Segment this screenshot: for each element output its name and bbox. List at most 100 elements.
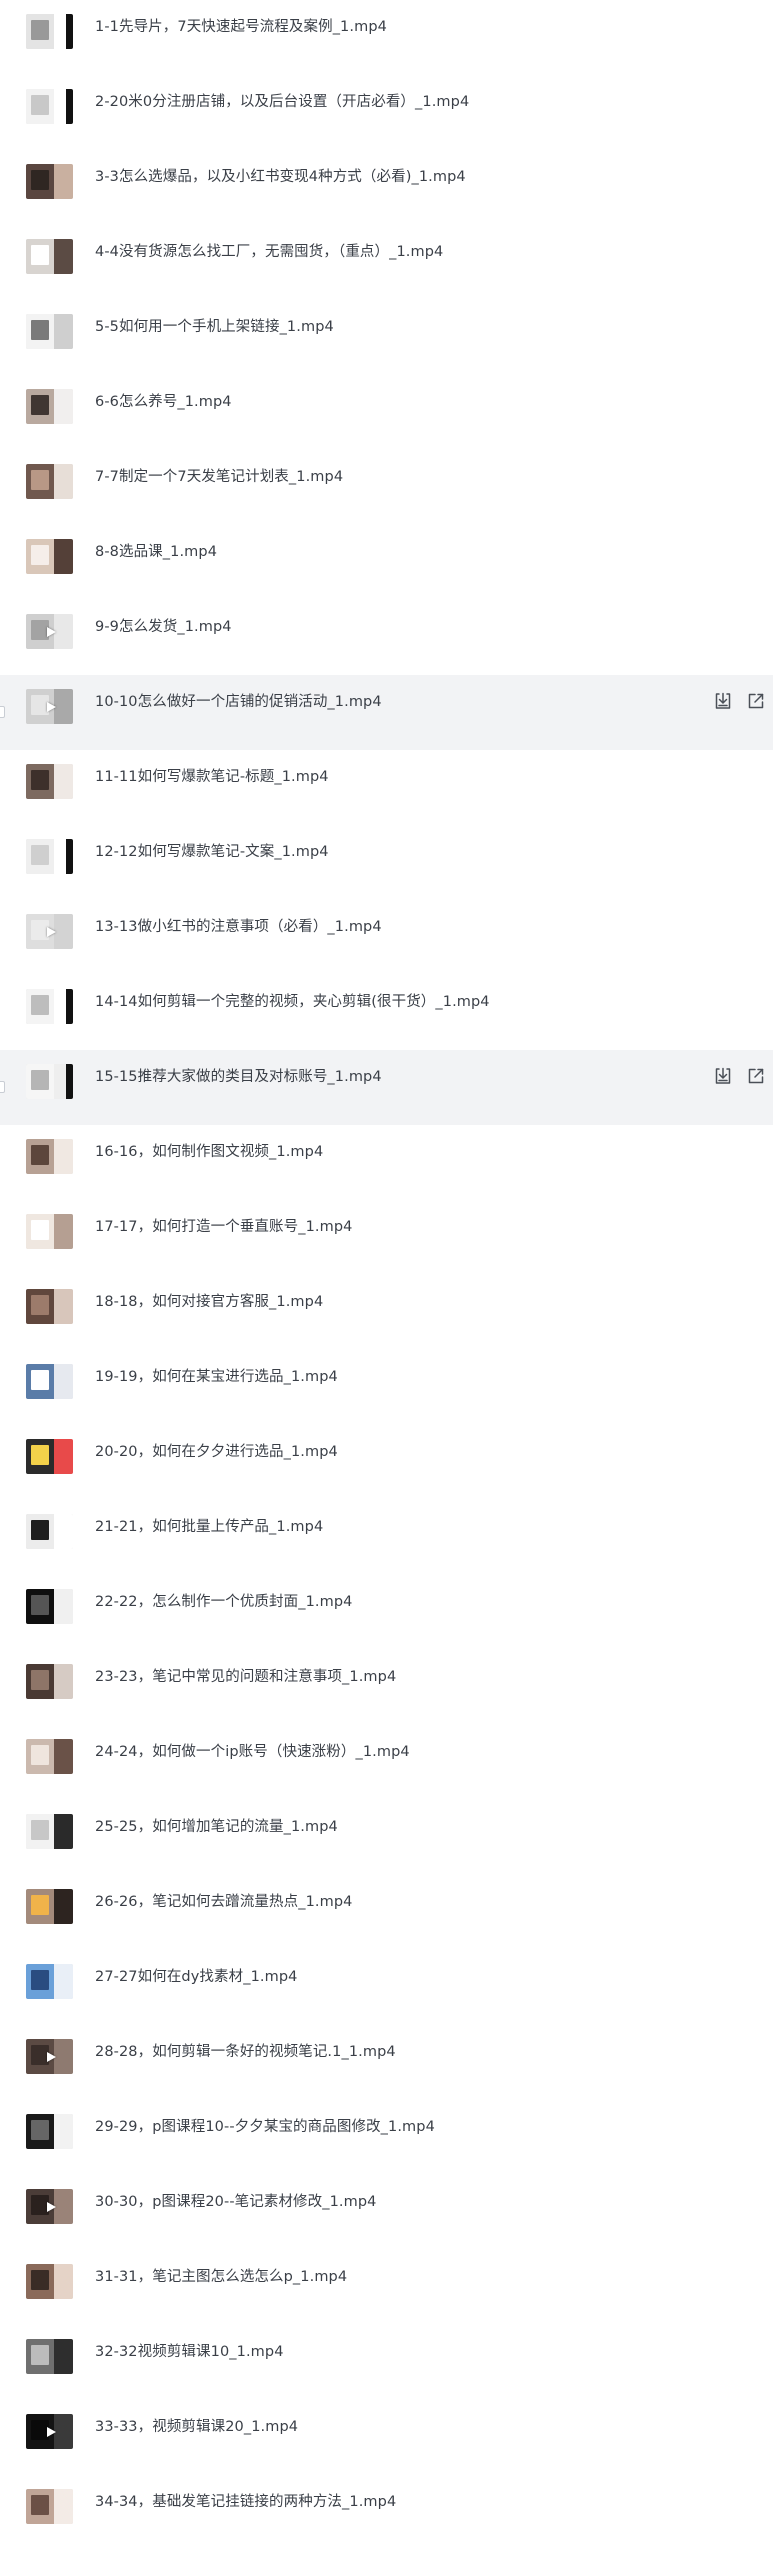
file-row[interactable]: 13-13做小红书的注意事项（必看）_1.mp4 xyxy=(0,900,773,975)
video-thumbnail[interactable] xyxy=(26,164,73,199)
video-thumbnail[interactable] xyxy=(26,239,73,274)
video-thumbnail[interactable] xyxy=(26,764,73,799)
file-name[interactable]: 6-6怎么养号_1.mp4 xyxy=(95,387,232,417)
video-thumbnail[interactable] xyxy=(26,1064,73,1099)
file-row[interactable]: 20-20，如何在夕夕进行选品_1.mp4 xyxy=(0,1425,773,1500)
file-name[interactable]: 8-8选品课_1.mp4 xyxy=(95,537,217,567)
file-name[interactable]: 15-15推荐大家做的类目及对标账号_1.mp4 xyxy=(95,1062,382,1092)
file-name[interactable]: 10-10怎么做好一个店铺的促销活动_1.mp4 xyxy=(95,687,382,717)
file-row[interactable]: 7-7制定一个7天发笔记计划表_1.mp4 xyxy=(0,450,773,525)
file-name[interactable]: 3-3怎么选爆品，以及小红书变现4种方式（必看)_1.mp4 xyxy=(95,162,466,192)
video-thumbnail[interactable] xyxy=(26,689,73,724)
file-row[interactable]: 12-12如何写爆款笔记-文案_1.mp4 xyxy=(0,825,773,900)
file-name[interactable]: 24-24，如何做一个ip账号（快速涨粉）_1.mp4 xyxy=(95,1737,410,1767)
file-name[interactable]: 33-33，视频剪辑课20_1.mp4 xyxy=(95,2412,298,2442)
row-checkbox[interactable] xyxy=(0,706,5,718)
video-thumbnail[interactable] xyxy=(26,1139,73,1174)
file-name[interactable]: 28-28，如何剪辑一条好的视频笔记.1_1.mp4 xyxy=(95,2037,396,2067)
file-name[interactable]: 13-13做小红书的注意事项（必看）_1.mp4 xyxy=(95,912,382,942)
video-thumbnail[interactable] xyxy=(26,2414,73,2449)
download-icon[interactable] xyxy=(713,691,733,711)
video-thumbnail[interactable] xyxy=(26,14,73,49)
share-external-icon[interactable] xyxy=(746,691,766,711)
file-row[interactable]: 17-17，如何打造一个垂直账号_1.mp4 xyxy=(0,1200,773,1275)
video-thumbnail[interactable] xyxy=(26,2189,73,2224)
video-thumbnail[interactable] xyxy=(26,464,73,499)
file-name[interactable]: 32-32视频剪辑课10_1.mp4 xyxy=(95,2337,284,2367)
file-row[interactable]: 3-3怎么选爆品，以及小红书变现4种方式（必看)_1.mp4 xyxy=(0,150,773,225)
video-thumbnail[interactable] xyxy=(26,1664,73,1699)
file-row[interactable]: 6-6怎么养号_1.mp4 xyxy=(0,375,773,450)
file-name[interactable]: 27-27如何在dy找素材_1.mp4 xyxy=(95,1962,297,1992)
file-row[interactable]: 14-14如何剪辑一个完整的视频，夹心剪辑(很干货）_1.mp4 xyxy=(0,975,773,1050)
file-name[interactable]: 31-31，笔记主图怎么选怎么p_1.mp4 xyxy=(95,2262,347,2292)
video-thumbnail[interactable] xyxy=(26,2489,73,2524)
video-thumbnail[interactable] xyxy=(26,1214,73,1249)
file-name[interactable]: 9-9怎么发货_1.mp4 xyxy=(95,612,232,642)
video-thumbnail[interactable] xyxy=(26,914,73,949)
file-name[interactable]: 23-23，笔记中常见的问题和注意事项_1.mp4 xyxy=(95,1662,396,1692)
file-name[interactable]: 34-34，基础发笔记挂链接的两种方法_1.mp4 xyxy=(95,2487,396,2517)
file-row[interactable]: 34-34，基础发笔记挂链接的两种方法_1.mp4 xyxy=(0,2475,773,2550)
file-row[interactable]: 9-9怎么发货_1.mp4 xyxy=(0,600,773,675)
video-thumbnail[interactable] xyxy=(26,539,73,574)
file-name[interactable]: 26-26，笔记如何去蹭流量热点_1.mp4 xyxy=(95,1887,352,1917)
file-row[interactable]: 10-10怎么做好一个店铺的促销活动_1.mp4 xyxy=(0,675,773,750)
video-thumbnail[interactable] xyxy=(26,1589,73,1624)
video-thumbnail[interactable] xyxy=(26,1364,73,1399)
file-row[interactable]: 4-4没有货源怎么找工厂，无需囤货，（重点）_1.mp4 xyxy=(0,225,773,300)
file-row[interactable]: 26-26，笔记如何去蹭流量热点_1.mp4 xyxy=(0,1875,773,1950)
video-thumbnail[interactable] xyxy=(26,1514,73,1549)
video-thumbnail[interactable] xyxy=(26,1289,73,1324)
file-row[interactable]: 29-29，p图课程10--夕夕某宝的商品图修改_1.mp4 xyxy=(0,2100,773,2175)
file-row[interactable]: 15-15推荐大家做的类目及对标账号_1.mp4 xyxy=(0,1050,773,1125)
file-row[interactable]: 28-28，如何剪辑一条好的视频笔记.1_1.mp4 xyxy=(0,2025,773,2100)
share-external-icon[interactable] xyxy=(746,1066,766,1086)
file-row[interactable]: 32-32视频剪辑课10_1.mp4 xyxy=(0,2325,773,2400)
file-row[interactable]: 27-27如何在dy找素材_1.mp4 xyxy=(0,1950,773,2025)
file-name[interactable]: 17-17，如何打造一个垂直账号_1.mp4 xyxy=(95,1212,352,1242)
file-row[interactable]: 19-19，如何在某宝进行选品_1.mp4 xyxy=(0,1350,773,1425)
video-thumbnail[interactable] xyxy=(26,89,73,124)
video-thumbnail[interactable] xyxy=(26,2264,73,2299)
video-thumbnail[interactable] xyxy=(26,614,73,649)
file-name[interactable]: 2-20米0分注册店铺，以及后台设置（开店必看）_1.mp4 xyxy=(95,87,469,117)
video-thumbnail[interactable] xyxy=(26,2039,73,2074)
file-name[interactable]: 18-18，如何对接官方客服_1.mp4 xyxy=(95,1287,323,1317)
file-name[interactable]: 12-12如何写爆款笔记-文案_1.mp4 xyxy=(95,837,329,867)
file-row[interactable]: 18-18，如何对接官方客服_1.mp4 xyxy=(0,1275,773,1350)
file-row[interactable]: 2-20米0分注册店铺，以及后台设置（开店必看）_1.mp4 xyxy=(0,75,773,150)
file-row[interactable]: 31-31，笔记主图怎么选怎么p_1.mp4 xyxy=(0,2250,773,2325)
download-icon[interactable] xyxy=(713,1066,733,1086)
file-row[interactable]: 21-21，如何批量上传产品_1.mp4 xyxy=(0,1500,773,1575)
file-row[interactable]: 16-16，如何制作图文视频_1.mp4 xyxy=(0,1125,773,1200)
file-row[interactable]: 5-5如何用一个手机上架链接_1.mp4 xyxy=(0,300,773,375)
file-name[interactable]: 16-16，如何制作图文视频_1.mp4 xyxy=(95,1137,323,1167)
file-row[interactable]: 25-25，如何增加笔记的流量_1.mp4 xyxy=(0,1800,773,1875)
video-thumbnail[interactable] xyxy=(26,314,73,349)
file-row[interactable]: 24-24，如何做一个ip账号（快速涨粉）_1.mp4 xyxy=(0,1725,773,1800)
video-thumbnail[interactable] xyxy=(26,1814,73,1849)
video-thumbnail[interactable] xyxy=(26,2114,73,2149)
file-name[interactable]: 19-19，如何在某宝进行选品_1.mp4 xyxy=(95,1362,338,1392)
file-name[interactable]: 30-30，p图课程20--笔记素材修改_1.mp4 xyxy=(95,2187,377,2217)
file-name[interactable]: 4-4没有货源怎么找工厂，无需囤货，（重点）_1.mp4 xyxy=(95,237,443,267)
file-name[interactable]: 14-14如何剪辑一个完整的视频，夹心剪辑(很干货）_1.mp4 xyxy=(95,987,490,1017)
video-thumbnail[interactable] xyxy=(26,1964,73,1999)
file-name[interactable]: 11-11如何写爆款笔记-标题_1.mp4 xyxy=(95,762,329,792)
file-name[interactable]: 1-1先导片，7天快速起号流程及案例_1.mp4 xyxy=(95,12,387,42)
file-name[interactable]: 22-22，怎么制作一个优质封面_1.mp4 xyxy=(95,1587,352,1617)
video-thumbnail[interactable] xyxy=(26,1439,73,1474)
file-row[interactable]: 23-23，笔记中常见的问题和注意事项_1.mp4 xyxy=(0,1650,773,1725)
video-thumbnail[interactable] xyxy=(26,839,73,874)
video-thumbnail[interactable] xyxy=(26,2339,73,2374)
file-row[interactable]: 8-8选品课_1.mp4 xyxy=(0,525,773,600)
file-name[interactable]: 25-25，如何增加笔记的流量_1.mp4 xyxy=(95,1812,338,1842)
file-row[interactable]: 11-11如何写爆款笔记-标题_1.mp4 xyxy=(0,750,773,825)
file-name[interactable]: 21-21，如何批量上传产品_1.mp4 xyxy=(95,1512,323,1542)
file-name[interactable]: 29-29，p图课程10--夕夕某宝的商品图修改_1.mp4 xyxy=(95,2112,435,2142)
file-row[interactable]: 30-30，p图课程20--笔记素材修改_1.mp4 xyxy=(0,2175,773,2250)
file-row[interactable]: 22-22，怎么制作一个优质封面_1.mp4 xyxy=(0,1575,773,1650)
file-name[interactable]: 5-5如何用一个手机上架链接_1.mp4 xyxy=(95,312,334,342)
video-thumbnail[interactable] xyxy=(26,989,73,1024)
